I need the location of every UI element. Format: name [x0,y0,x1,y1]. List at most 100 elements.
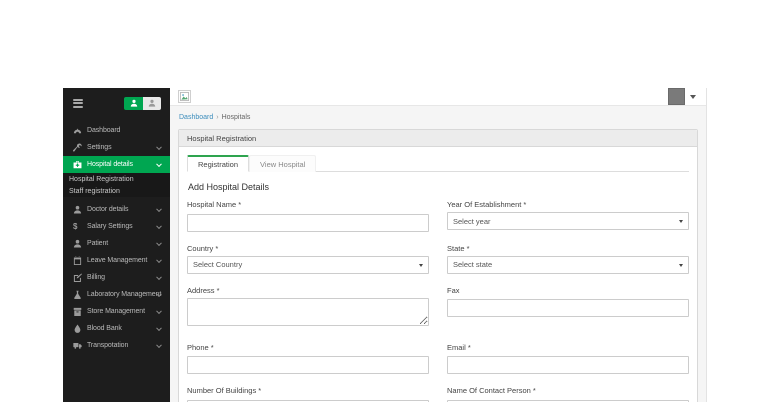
user-icon [124,96,143,110]
fax-input[interactable] [447,299,689,317]
logo-broken-image-icon [178,90,191,103]
chevron-down-icon [156,160,162,167]
sidebar: Dashboard Settings Hospital details Hosp… [63,88,170,402]
sidebar-item-patient[interactable]: Patient [63,235,170,252]
sidebar-submenu: Hospital Registration Staff registration [63,173,170,197]
sidebar-item-label: Transpotation [87,342,129,349]
hospital-registration-panel: Hospital Registration Registration View … [178,129,698,402]
buildings-label: Number Of Buildings * [187,386,262,395]
chevron-down-icon [156,143,162,150]
edit-icon [73,273,87,282]
dollar-icon: $ [73,221,78,231]
sidebar-item-label: Doctor details [87,206,129,213]
country-select[interactable]: Select Country [187,255,429,274]
tab-bar: Registration View Hospital [187,155,689,172]
sidebar-item-laboratory-management[interactable]: Laboratory Management [63,286,170,303]
page-canvas: Dashboard Settings Hospital details Hosp… [0,0,768,402]
store-icon [73,307,87,316]
dashboard-icon [73,126,87,135]
chevron-down-icon [156,273,162,280]
sidebar-subitem-staff-registration[interactable]: Staff registration [63,185,170,197]
sidebar-item-doctor-details[interactable]: Doctor details [63,201,170,218]
email-label: Email * [447,342,471,352]
country-label: Country * [187,243,219,253]
chevron-down-icon [156,256,162,263]
chevron-down-icon [690,94,696,99]
menu-hamburger-icon[interactable] [73,98,83,108]
user-mode-toggle[interactable] [124,96,161,110]
form-row: Address * Fax [187,286,689,331]
breadcrumb-current: Hospitals [221,114,251,121]
sidebar-item-billing[interactable]: Billing [63,269,170,286]
sidebar-item-label: Billing [87,274,105,281]
page-body: Dashboard › Hospitals Hospital Registratio… [170,106,706,402]
breadcrumb: Dashboard › Hospitals [179,114,698,121]
sidebar-item-dashboard[interactable]: Dashboard [63,122,170,139]
email-input[interactable] [447,356,689,374]
sidebar-item-label: Salary Settings [87,223,133,230]
medkit-icon [73,160,87,169]
address-label: Address * [187,285,220,295]
doctor-icon [73,205,87,214]
form-row: Hospital Name * Year Of Establishment * … [187,200,689,232]
phone-input[interactable] [187,356,429,374]
chevron-down-icon [156,239,162,246]
year-label: Year Of Establishment * [447,200,527,209]
sidebar-item-salary-settings[interactable]: $ Salary Settings [63,218,170,235]
avatar [668,88,685,105]
sidebar-item-store-management[interactable]: Store Management [63,303,170,320]
top-navbar [170,88,706,106]
breadcrumb-link-dashboard[interactable]: Dashboard [179,114,213,121]
sidebar-item-label: Laboratory Management [87,291,162,298]
wrench-icon [73,143,87,152]
sidebar-subitem-label: Staff registration [69,187,120,195]
contact-person-label: Name Of Contact Person * [447,386,536,395]
sidebar-subitem-label: Hospital Registration [69,175,134,183]
calendar-icon [73,256,87,265]
patient-icon [73,239,87,248]
form-row: Number Of Buildings * Name Of Contact Pe… [187,386,689,402]
country-select-value: Select Country [193,260,243,269]
chevron-down-icon [156,222,162,229]
sidebar-item-label: Patient [87,240,109,247]
panel-body: Registration View Hospital Add Hospital … [179,147,697,402]
select-caret-icon [679,220,683,223]
address-textarea[interactable] [187,297,429,326]
sidebar-item-label: Hospital details [87,161,133,168]
tab-view-hospital[interactable]: View Hospital [249,155,317,172]
truck-icon [73,341,87,350]
state-select[interactable]: Select state [447,255,689,274]
sidebar-item-label: Dashboard [87,127,121,134]
state-label: State * [447,243,470,253]
user-menu[interactable] [668,88,696,105]
select-caret-icon [419,263,423,267]
main-content: Dashboard › Hospitals Hospital Registratio… [170,88,706,402]
year-select[interactable]: Select year [447,212,689,230]
year-select-value: Select year [453,216,491,226]
sidebar-item-leave-management[interactable]: Leave Management [63,252,170,269]
sidebar-menu: Dashboard Settings Hospital details Hosp… [63,122,170,354]
state-select-value: Select state [453,260,493,269]
chevron-down-icon [156,324,162,331]
sidebar-item-blood-bank[interactable]: Blood Bank [63,320,170,337]
tab-registration[interactable]: Registration [187,155,250,172]
hospital-name-label: Hospital Name * [187,200,242,209]
user-secondary-icon [143,96,161,110]
drop-icon [73,324,87,333]
chevron-down-icon [156,205,162,212]
phone-label: Phone * [187,342,214,352]
sidebar-item-transpotation[interactable]: Transpotation [63,337,170,354]
sidebar-subitem-hospital-registration[interactable]: Hospital Registration [63,173,170,185]
form-row: Phone * Email * [187,342,689,374]
chevron-down-icon [156,341,162,348]
sidebar-item-label: Leave Management [87,257,148,264]
sidebar-item-label: Settings [87,144,112,151]
sidebar-top-bar [63,88,170,118]
form-row: Country * Select Country State * Select … [187,244,689,274]
hospital-name-input[interactable] [187,213,429,232]
flask-icon [73,290,87,299]
select-caret-icon [679,263,683,267]
sidebar-item-hospital-details[interactable]: Hospital details [63,156,170,173]
panel-title: Hospital Registration [179,130,697,147]
sidebar-item-settings[interactable]: Settings [63,139,170,156]
